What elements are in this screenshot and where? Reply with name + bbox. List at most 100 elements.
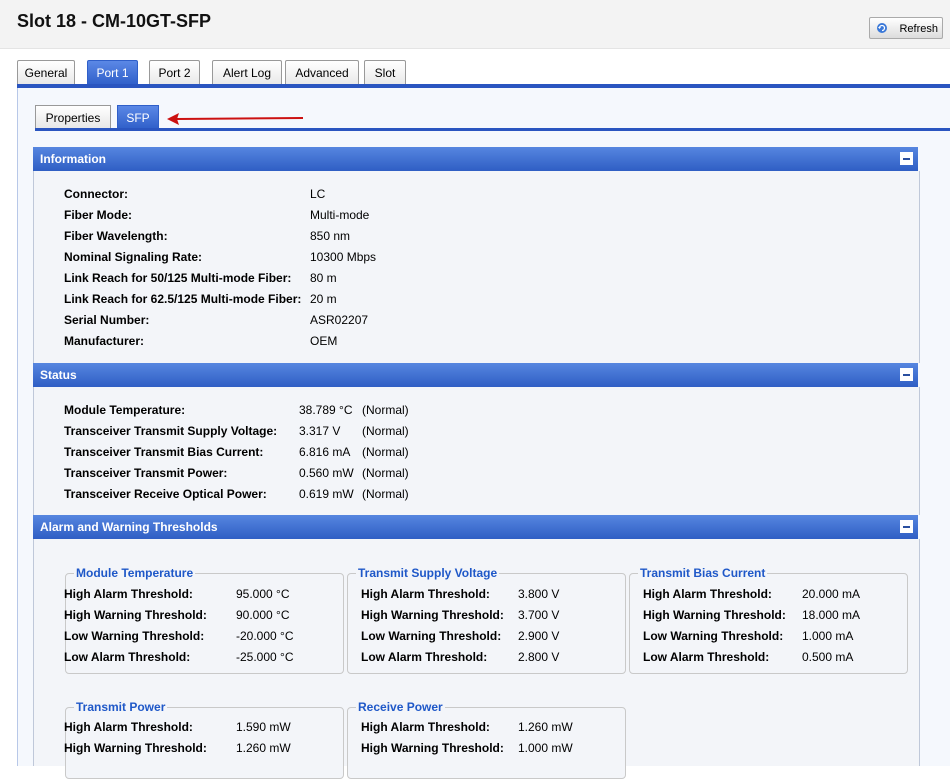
group-title: Transmit Power — [74, 700, 168, 714]
info-row: Manufacturer: — [64, 334, 145, 348]
information-title: Information — [40, 152, 106, 166]
threshold-group-transmit-power: Transmit Power High Alarm Threshold: 1.5… — [64, 700, 344, 779]
tab-port-2[interactable]: Port 2 — [149, 60, 200, 85]
threshold-value: 0.500 mA — [802, 650, 854, 664]
threshold-label: Low Alarm Threshold: — [64, 650, 191, 664]
subtab-properties[interactable]: Properties — [35, 105, 111, 129]
status-value: 3.317 V — [299, 424, 341, 438]
threshold-label: High Alarm Threshold: — [64, 587, 193, 601]
status-row: Transceiver Transmit Power: — [64, 466, 228, 480]
info-row: Link Reach for 50/125 Multi-mode Fiber: — [64, 271, 292, 285]
threshold-group-receive-power: Receive Power High Alarm Threshold: 1.26… — [347, 700, 626, 779]
subtab-sfp[interactable]: SFP — [117, 105, 159, 129]
threshold-value: 1.000 mA — [802, 629, 854, 643]
threshold-group-transmit-supply-voltage: Transmit Supply Voltage High Alarm Thres… — [347, 566, 626, 674]
status-state: (Normal) — [362, 487, 409, 501]
info-value: Multi-mode — [310, 208, 370, 222]
threshold-label: High Warning Threshold: — [64, 608, 207, 622]
threshold-label: High Warning Threshold: — [643, 608, 786, 622]
info-row: Fiber Wavelength: — [64, 229, 168, 243]
threshold-value: 1.590 mW — [236, 720, 291, 734]
status-header[interactable]: Status — [33, 363, 918, 387]
group-title: Receive Power — [356, 700, 445, 714]
status-row: Module Temperature: — [64, 403, 186, 417]
collapse-information-icon[interactable] — [900, 152, 913, 165]
refresh-label: Refresh — [899, 23, 938, 35]
threshold-value: 95.000 °C — [236, 587, 290, 601]
threshold-value: 90.000 °C — [236, 608, 290, 622]
info-row: Serial Number: — [64, 313, 150, 327]
info-value: OEM — [310, 334, 338, 348]
threshold-label: High Warning Threshold: — [64, 741, 207, 755]
threshold-value: 3.700 V — [518, 608, 560, 622]
threshold-value: 1.000 mW — [518, 741, 573, 755]
status-value: 6.816 mA — [299, 445, 351, 459]
group-title: Transmit Supply Voltage — [356, 566, 500, 580]
thresholds-panel: Module Temperature High Alarm Threshold:… — [33, 539, 920, 779]
threshold-value: 3.800 V — [518, 587, 560, 601]
status-panel: Module Temperature: 38.789 °C (Normal) T… — [33, 387, 920, 515]
threshold-value: 1.260 mW — [518, 720, 573, 734]
refresh-icon — [877, 23, 887, 33]
status-value: 38.789 °C — [299, 403, 353, 417]
threshold-label: Low Alarm Threshold: — [643, 650, 770, 664]
info-value: 10300 Mbps — [310, 250, 377, 264]
info-value: ASR02207 — [310, 313, 369, 327]
threshold-label: High Warning Threshold: — [361, 741, 504, 755]
threshold-value: 1.260 mW — [236, 741, 291, 755]
threshold-value: 2.900 V — [518, 629, 560, 643]
threshold-value: 2.800 V — [518, 650, 560, 664]
threshold-value: -20.000 °C — [236, 629, 294, 643]
status-state: (Normal) — [362, 403, 409, 417]
tab-alert-log[interactable]: Alert Log — [212, 60, 282, 85]
status-row: Transceiver Transmit Supply Voltage: — [64, 424, 278, 438]
threshold-label: High Alarm Threshold: — [361, 587, 490, 601]
thresholds-header[interactable]: Alarm and Warning Thresholds — [33, 515, 918, 539]
threshold-label: High Alarm Threshold: — [361, 720, 490, 734]
tab-slot[interactable]: Slot — [364, 60, 406, 85]
tab-advanced[interactable]: Advanced — [285, 60, 359, 85]
threshold-label: High Alarm Threshold: — [64, 720, 193, 734]
info-row: Nominal Signaling Rate: — [64, 250, 203, 264]
status-state: (Normal) — [362, 466, 409, 480]
collapse-thresholds-icon[interactable] — [900, 520, 913, 533]
header-bar: Slot 18 - CM-10GT-SFP Refresh — [0, 0, 950, 49]
threshold-value: 18.000 mA — [802, 608, 861, 622]
threshold-group-module-temperature: Module Temperature High Alarm Threshold:… — [64, 566, 344, 674]
info-row: Link Reach for 62.5/125 Multi-mode Fiber… — [64, 292, 302, 306]
status-state: (Normal) — [362, 445, 409, 459]
threshold-group-transmit-bias-current: Transmit Bias Current High Alarm Thresho… — [629, 566, 908, 674]
status-row: Transceiver Transmit Bias Current: — [64, 445, 264, 459]
threshold-label: Low Warning Threshold: — [361, 629, 502, 643]
info-value: 850 nm — [310, 229, 351, 243]
thresholds-title: Alarm and Warning Thresholds — [40, 520, 218, 534]
status-title: Status — [40, 368, 77, 382]
page-title: Slot 18 - CM-10GT-SFP — [17, 11, 212, 31]
threshold-label: High Alarm Threshold: — [643, 587, 772, 601]
info-row: Connector: — [64, 187, 128, 201]
info-value: 20 m — [310, 292, 337, 306]
threshold-value: -25.000 °C — [236, 650, 294, 664]
status-row: Transceiver Receive Optical Power: — [64, 487, 267, 501]
threshold-label: Low Warning Threshold: — [64, 629, 205, 643]
refresh-button[interactable]: Refresh — [869, 17, 943, 39]
collapse-status-icon[interactable] — [900, 368, 913, 381]
threshold-label: Low Alarm Threshold: — [361, 650, 488, 664]
info-value: 80 m — [310, 271, 337, 285]
group-title: Module Temperature — [74, 566, 196, 580]
annotation-arrow-icon — [167, 113, 304, 125]
info-row: Fiber Mode: — [64, 208, 132, 222]
subtab-underline — [35, 128, 950, 131]
group-title: Transmit Bias Current — [638, 566, 768, 580]
status-value: 0.560 mW — [299, 466, 354, 480]
information-panel: Connector: LC Fiber Mode: Multi-mode Fib… — [33, 171, 920, 363]
threshold-label: Low Warning Threshold: — [643, 629, 784, 643]
threshold-value: 20.000 mA — [802, 587, 861, 601]
status-state: (Normal) — [362, 424, 409, 438]
status-value: 0.619 mW — [299, 487, 354, 501]
tab-port-1[interactable]: Port 1 — [87, 60, 138, 85]
info-value: LC — [310, 187, 326, 201]
threshold-label: High Warning Threshold: — [361, 608, 504, 622]
information-header[interactable]: Information — [33, 147, 918, 171]
tab-general[interactable]: General — [17, 60, 75, 85]
